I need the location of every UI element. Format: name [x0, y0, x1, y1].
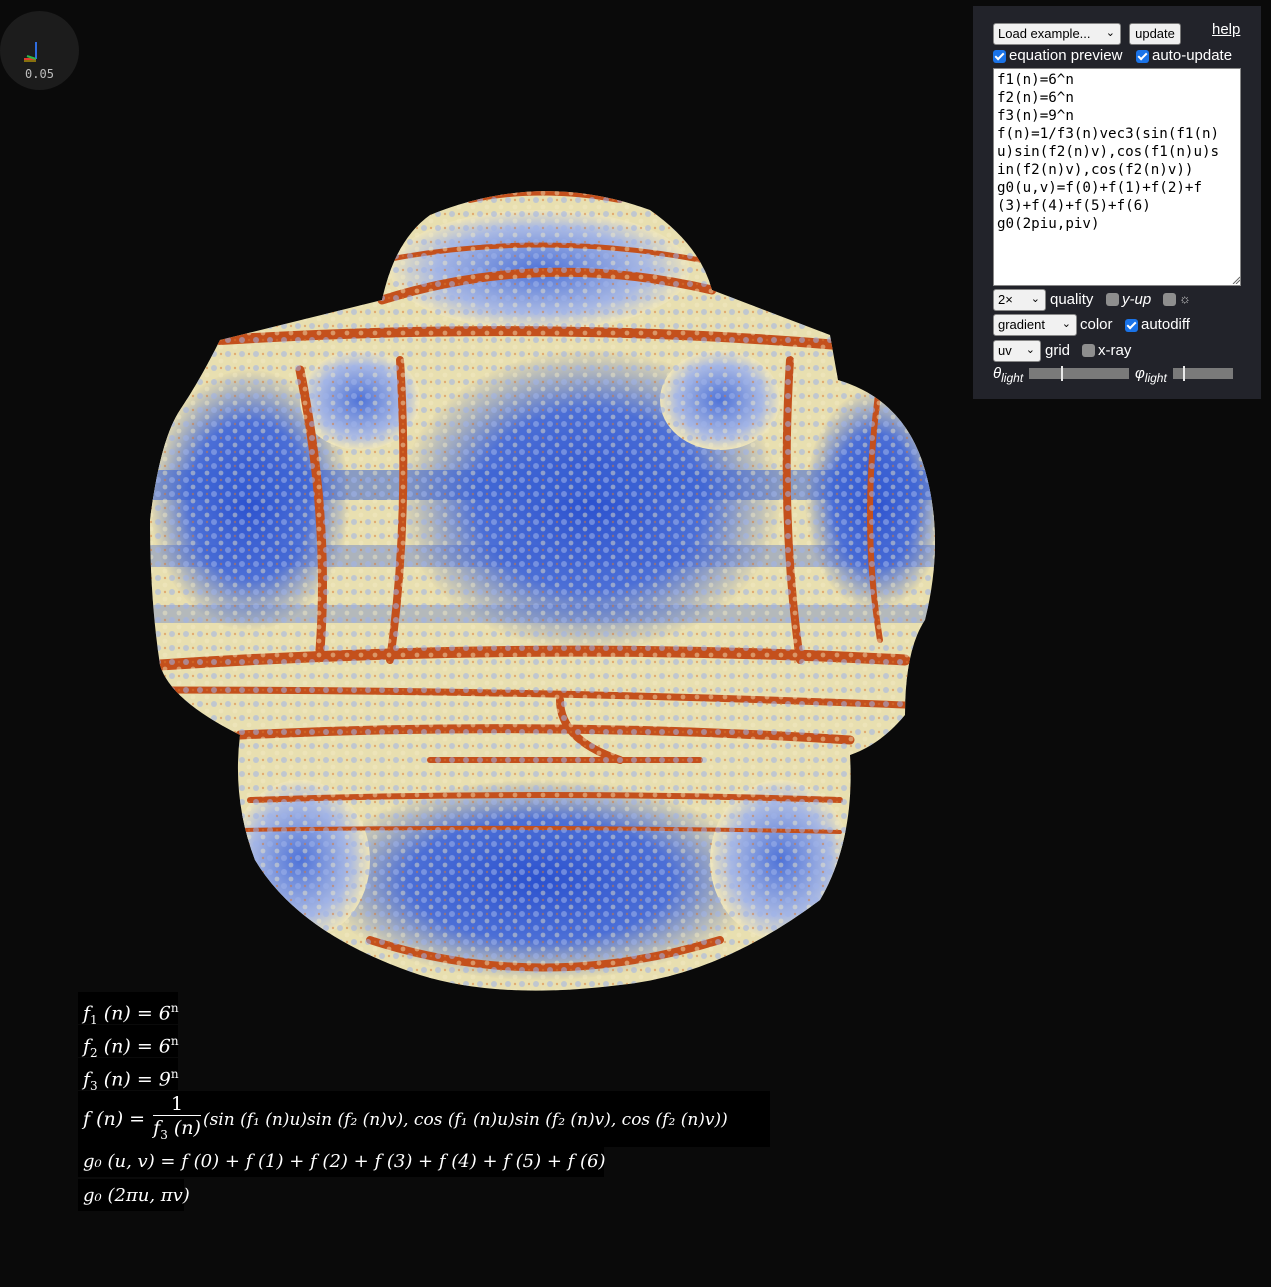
equation-preview-label: equation preview — [1009, 47, 1123, 64]
chevron-down-icon: ⌄ — [1030, 293, 1040, 305]
phi-subscript: light — [1144, 371, 1167, 385]
eq-exponent: n — [170, 1034, 179, 1048]
resize-grip-icon[interactable] — [1232, 276, 1240, 284]
chevron-down-icon: ⌄ — [1025, 344, 1035, 356]
load-example-select[interactable]: Load example... ⌄ — [993, 23, 1121, 45]
color-label: color — [1080, 316, 1113, 333]
color-mode-select[interactable]: gradient ⌄ — [993, 314, 1077, 336]
x-ray-checkbox[interactable] — [1082, 344, 1095, 357]
equation-line-1: f1 (n) = 6n — [78, 992, 179, 1027]
quality-select[interactable]: 2× ⌄ — [993, 289, 1046, 311]
x-ray-label: x-ray — [1098, 342, 1132, 359]
eq-numerator: 1 — [153, 1093, 201, 1117]
sun-icon: ☼ — [1179, 291, 1191, 306]
quality-label: quality — [1050, 291, 1094, 308]
sun-checkbox[interactable] — [1163, 293, 1176, 306]
eq-rhs: (sin (f₁ (n)u)sin (f₂ (n)v), cos (f₁ (n)… — [202, 1110, 728, 1130]
zoom-scale-readout: 0.05 — [25, 67, 54, 81]
eq-body: g₀ (2πu, πv) — [83, 1185, 190, 1206]
equation-preview-checkbox[interactable] — [993, 50, 1006, 63]
theta-symbol: θ — [993, 365, 1002, 382]
eq-exponent: n — [170, 1067, 179, 1081]
phi-symbol: φ — [1135, 365, 1145, 382]
eq-body: g₀ (u, v) = f (0) + f (1) + f (2) + f (3… — [83, 1151, 606, 1172]
phi-light-label: φlight — [1135, 365, 1167, 385]
axes-icon — [24, 42, 37, 62]
grid-label: grid — [1045, 342, 1071, 359]
equation-line-3: f3 (n) = 9n — [78, 1058, 179, 1093]
code-editor[interactable]: f1(n)=6^n f2(n)=6^n f3(n)=9^n f(n)=1/f3(… — [993, 68, 1241, 286]
axis-indicator[interactable]: 0.05 — [0, 11, 79, 90]
theta-light-slider[interactable] — [1029, 366, 1129, 381]
grid-mode-select[interactable]: uv ⌄ — [993, 340, 1041, 362]
phi-light-slider[interactable] — [1173, 366, 1233, 381]
eq-fn-name: f — [83, 1002, 91, 1025]
color-mode-value: gradient — [998, 317, 1045, 332]
load-example-value: Load example... — [998, 26, 1091, 41]
eq-lhs: f (n) = — [83, 1108, 152, 1130]
eq-fn-name: f — [83, 1035, 91, 1058]
theta-light-label: θlight — [993, 365, 1023, 385]
eq-fn-name: f — [83, 1068, 91, 1091]
autodiff-label: autodiff — [1141, 316, 1190, 333]
help-link[interactable]: help — [1212, 21, 1240, 38]
quality-value: 2× — [998, 292, 1013, 307]
autodiff-checkbox[interactable] — [1125, 319, 1138, 332]
equation-line-6: g₀ (2πu, πv) — [78, 1179, 190, 1211]
auto-update-checkbox[interactable] — [1136, 50, 1149, 63]
eq-den-subscript: 3 — [160, 1127, 168, 1142]
update-button[interactable]: update — [1129, 23, 1181, 45]
equation-line-5: g₀ (u, v) = f (0) + f (1) + f (2) + f (3… — [78, 1145, 606, 1177]
theta-subscript: light — [1001, 371, 1024, 385]
chevron-down-icon: ⌄ — [1061, 318, 1071, 330]
y-up-label: y-up — [1122, 291, 1152, 308]
eq-den-arg: (n) — [167, 1117, 201, 1140]
y-up-checkbox[interactable] — [1106, 293, 1119, 306]
eq-fraction: 1 f3 (n) — [153, 1093, 201, 1147]
control-panel: Load example... ⌄ update help equation p… — [973, 6, 1261, 399]
eq-denominator: f3 (n) — [153, 1116, 201, 1147]
equation-line-2: f2 (n) = 6n — [78, 1025, 179, 1060]
eq-body: (n) = 9 — [97, 1068, 171, 1091]
eq-body: (n) = 6 — [97, 1002, 171, 1025]
equation-line-4: f (n) = 1 f3 (n) (sin (f₁ (n)u)sin (f₂ (n)… — [78, 1091, 770, 1147]
theta-light-slider-thumb[interactable] — [1061, 366, 1063, 381]
eq-exponent: n — [170, 1001, 179, 1015]
phi-light-slider-thumb[interactable] — [1183, 366, 1185, 381]
eq-body: (n) = 6 — [97, 1035, 171, 1058]
chevron-down-icon: ⌄ — [1105, 27, 1115, 39]
auto-update-label: auto-update — [1152, 47, 1233, 64]
grid-mode-value: uv — [998, 343, 1012, 358]
